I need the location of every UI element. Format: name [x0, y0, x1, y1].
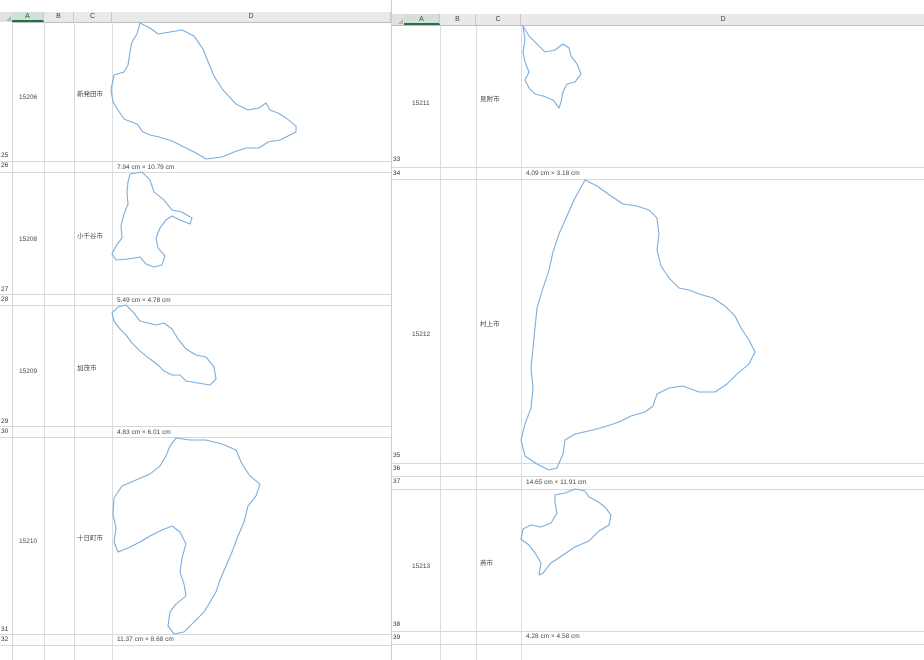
gridline [0, 426, 391, 427]
column-header-c[interactable]: C [74, 12, 112, 22]
column-header-bar: A B C D [392, 14, 924, 26]
municipality-code-cell[interactable]: 15210 [19, 538, 37, 545]
municipality-code-cell[interactable]: 15213 [412, 563, 430, 570]
row-number[interactable]: 36 [393, 465, 400, 472]
left-sheet-pane[interactable]: A B C D 25 26 27 28 29 30 31 32 15206 新発… [0, 0, 391, 660]
municipality-outline-shape[interactable] [519, 178, 765, 476]
shape-size-cell[interactable]: 4.28 cm × 4.58 cm [526, 633, 580, 640]
row-number[interactable]: 37 [393, 478, 400, 485]
row-number[interactable]: 30 [1, 428, 8, 435]
municipality-outline-shape[interactable] [110, 436, 268, 636]
municipality-outline-shape[interactable] [110, 170, 200, 270]
row-number[interactable]: 25 [1, 152, 8, 159]
row-number[interactable]: 27 [1, 286, 8, 293]
municipality-outline-shape[interactable] [519, 22, 591, 112]
municipality-name-cell[interactable]: 十日町市 [77, 532, 103, 542]
gridline [392, 476, 924, 477]
gridline [392, 631, 924, 632]
municipality-code-cell[interactable]: 15211 [412, 100, 430, 107]
gridline [392, 167, 924, 168]
row-number[interactable]: 35 [393, 452, 400, 459]
municipality-name-cell[interactable]: 加茂市 [77, 362, 97, 372]
row-number[interactable]: 39 [393, 634, 400, 641]
municipality-name-cell[interactable]: 小千谷市 [77, 230, 103, 240]
gridline [74, 22, 75, 660]
municipality-outline-shape[interactable] [110, 303, 222, 391]
municipality-code-cell[interactable]: 15209 [19, 368, 37, 375]
municipality-name-cell[interactable]: 村上市 [480, 318, 500, 328]
gridline [44, 22, 45, 660]
row-number[interactable]: 32 [1, 636, 8, 643]
municipality-outline-shape[interactable] [519, 487, 617, 579]
row-number[interactable]: 31 [1, 626, 8, 633]
row-number[interactable]: 38 [393, 621, 400, 628]
municipality-name-cell[interactable]: 新発田市 [77, 88, 103, 98]
row-number[interactable]: 26 [1, 162, 8, 169]
row-number-gutter: 25 26 27 28 29 30 31 32 [0, 22, 13, 660]
shape-size-cell[interactable]: 11.37 cm × 8.68 cm [117, 636, 174, 643]
municipality-outline-shape[interactable] [110, 20, 302, 162]
column-header-b[interactable]: B [44, 12, 74, 22]
column-header-a[interactable]: A [404, 14, 440, 25]
municipality-code-cell[interactable]: 15212 [412, 331, 430, 338]
column-header-b[interactable]: B [440, 14, 476, 25]
municipality-code-cell[interactable]: 15208 [19, 236, 37, 243]
gridline [392, 489, 924, 490]
gridline [0, 294, 391, 295]
gridline [476, 26, 477, 660]
row-number[interactable]: 33 [393, 156, 400, 163]
row-number[interactable]: 28 [1, 296, 8, 303]
municipality-code-cell[interactable]: 15206 [19, 94, 37, 101]
shape-size-cell[interactable]: 14.65 cm × 11.91 cm [526, 479, 586, 486]
row-number[interactable]: 29 [1, 418, 8, 425]
shape-size-cell[interactable]: 4.09 cm × 3.18 cm [526, 170, 580, 177]
row-number[interactable]: 34 [393, 170, 400, 177]
column-header-a[interactable]: A [12, 12, 44, 22]
column-header-c[interactable]: C [476, 14, 521, 25]
gridline [0, 645, 391, 646]
gridline [440, 26, 441, 660]
shape-size-cell[interactable]: 4.83 cm × 6.01 cm [117, 429, 171, 436]
gridline [392, 644, 924, 645]
municipality-name-cell[interactable]: 見附市 [480, 93, 500, 103]
municipality-name-cell[interactable]: 燕市 [480, 557, 493, 567]
right-sheet-pane[interactable]: A B C D 33 34 35 36 37 38 39 15211 見附市 4… [391, 0, 924, 660]
